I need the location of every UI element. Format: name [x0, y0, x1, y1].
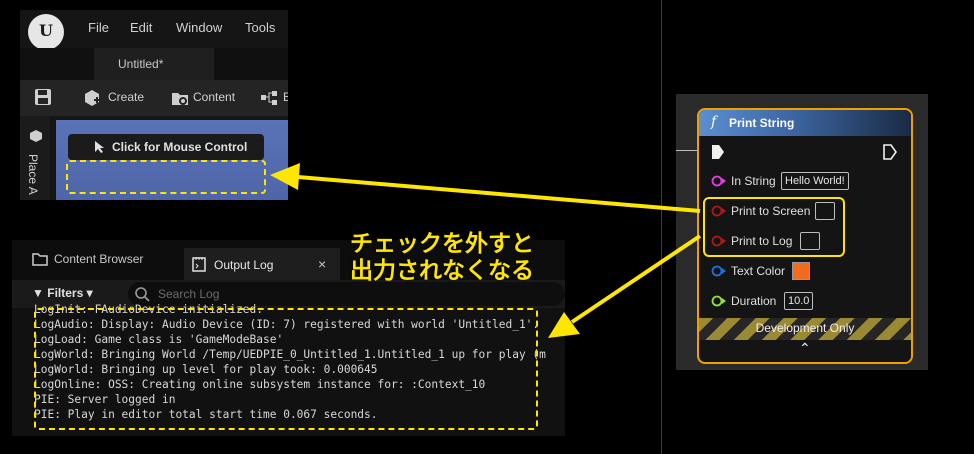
arrowhead-viewport-icon: [270, 163, 300, 190]
annotation-arrows: [270, 163, 702, 338]
arrow-to-log: [570, 234, 702, 324]
arrowhead-log-icon: [548, 312, 580, 338]
arrow-to-viewport: [297, 175, 701, 213]
